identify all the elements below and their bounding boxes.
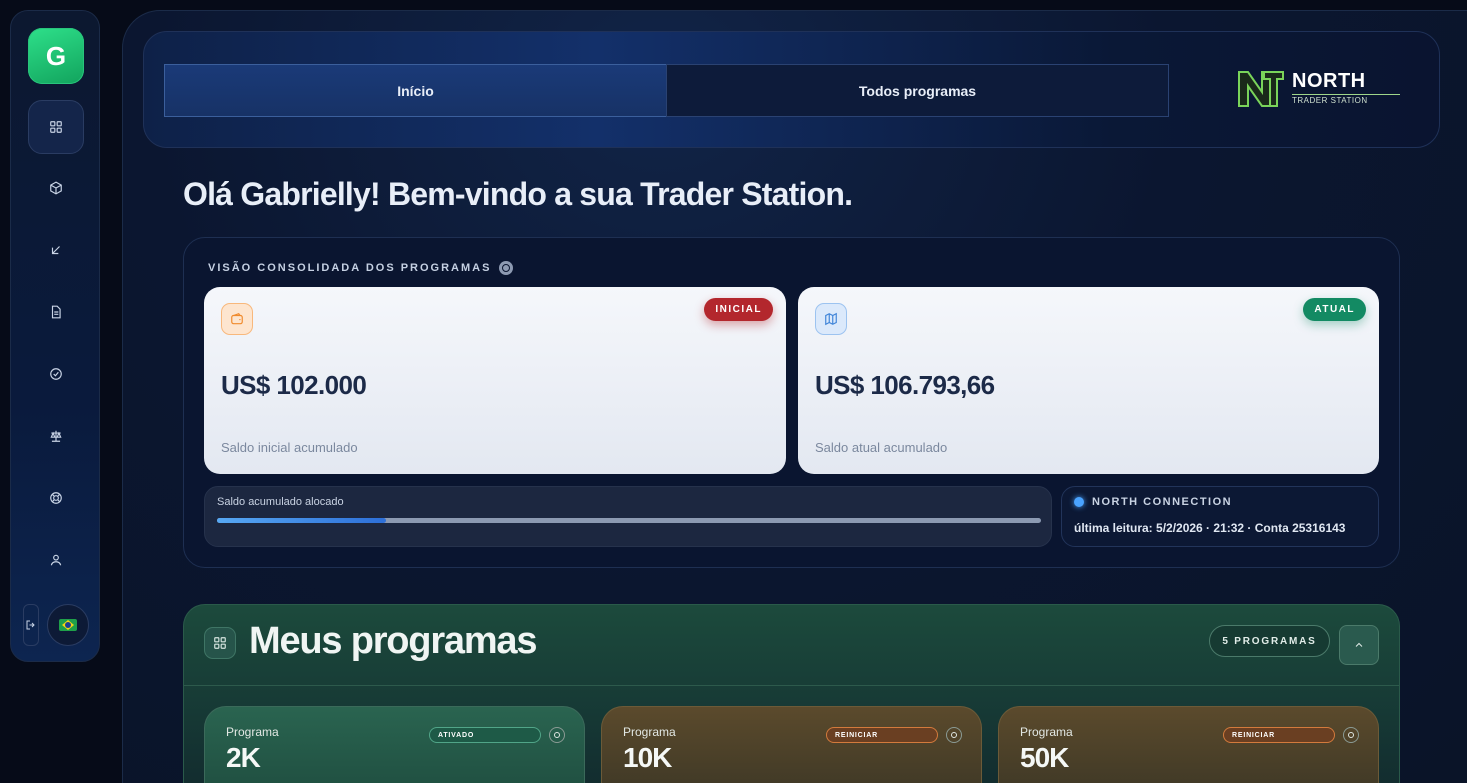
status-badge: ATIVADO bbox=[429, 727, 541, 743]
current-badge: ATUAL bbox=[1303, 298, 1366, 321]
lifebuoy-icon bbox=[50, 492, 62, 504]
tab-todos-programas[interactable]: Todos programas bbox=[666, 64, 1169, 117]
collapse-button[interactable] bbox=[1339, 625, 1379, 665]
current-balance-label: Saldo atual acumulado bbox=[815, 440, 948, 455]
sidebar: G bbox=[10, 10, 100, 662]
sidebar-item-verification[interactable] bbox=[28, 347, 84, 401]
language-button[interactable] bbox=[47, 604, 89, 646]
info-icon[interactable] bbox=[499, 261, 514, 275]
info-icon[interactable] bbox=[946, 727, 962, 743]
program-value: 10K bbox=[623, 742, 672, 773]
initial-balance-label: Saldo inicial acumulado bbox=[221, 440, 358, 455]
map-icon bbox=[815, 303, 847, 335]
brand-logo[interactable]: NORTH TRADER STATION bbox=[1236, 67, 1411, 109]
initial-badge: INICIAL bbox=[704, 298, 773, 321]
chevron-up-icon bbox=[1355, 642, 1363, 647]
tab-inicio[interactable]: Início bbox=[164, 64, 667, 117]
current-balance-card: ATUAL US$ 106.793,66 Saldo atual acumula… bbox=[798, 287, 1379, 474]
sidebar-item-dashboard[interactable] bbox=[28, 100, 84, 154]
connection-title-text: NORTH CONNECTION bbox=[1092, 496, 1233, 508]
program-value: 2K bbox=[226, 742, 261, 773]
connection-last-read: última leitura: 5/2/2026 · 21:32 · Conta… bbox=[1074, 521, 1346, 535]
north-logo-icon bbox=[1238, 71, 1284, 107]
program-label: Programa bbox=[226, 725, 279, 739]
restart-button[interactable]: REINICIAR bbox=[1223, 727, 1335, 743]
my-programs-section: Meus programas 5 PROGRAMAS Programa 2K A… bbox=[183, 604, 1400, 783]
sidebar-item-withdraw[interactable] bbox=[28, 223, 84, 277]
program-label: Programa bbox=[623, 725, 676, 739]
document-icon bbox=[51, 305, 61, 319]
program-card-2k[interactable]: Programa 2K ATIVADO bbox=[204, 706, 585, 783]
check-circle-icon bbox=[50, 368, 62, 380]
current-balance-value: US$ 106.793,66 bbox=[815, 370, 995, 400]
avatar[interactable]: G bbox=[28, 28, 84, 84]
wallet-icon bbox=[221, 303, 253, 335]
allocation-label: Saldo acumulado alocado bbox=[217, 496, 344, 508]
allocation-progress-track bbox=[217, 518, 1041, 523]
divider bbox=[184, 685, 1399, 686]
programs-count-badge: 5 PROGRAMAS bbox=[1209, 625, 1330, 657]
scale-icon bbox=[50, 430, 62, 442]
consolidated-title: VISÃO CONSOLIDADA DOS PROGRAMAS bbox=[208, 261, 514, 275]
sidebar-item-profile[interactable] bbox=[28, 533, 84, 587]
program-value: 50K bbox=[1020, 742, 1069, 773]
programs-title: Meus programas bbox=[249, 620, 537, 662]
brand-name: NORTH bbox=[1292, 70, 1366, 92]
sidebar-item-support[interactable] bbox=[28, 471, 84, 525]
sidebar-item-rules[interactable] bbox=[28, 409, 84, 463]
program-card-10k[interactable]: Programa 10K REINICIAR bbox=[601, 706, 982, 783]
restart-button[interactable]: REINICIAR bbox=[826, 727, 938, 743]
connection-title: NORTH CONNECTION bbox=[1074, 496, 1232, 508]
info-icon[interactable] bbox=[1343, 727, 1359, 743]
program-label: Programa bbox=[1020, 725, 1073, 739]
sidebar-item-programs[interactable] bbox=[28, 161, 84, 215]
brazil-flag-icon bbox=[59, 619, 77, 631]
grid-icon bbox=[204, 627, 236, 659]
sidebar-item-documents[interactable] bbox=[28, 285, 84, 339]
page-title: Olá Gabrielly! Bem-vindo a sua Trader St… bbox=[183, 176, 853, 212]
allocation-progress: Saldo acumulado alocado bbox=[204, 486, 1052, 547]
initial-balance-value: US$ 102.000 bbox=[221, 370, 367, 400]
logout-icon bbox=[26, 620, 35, 630]
brand-subtitle: TRADER STATION bbox=[1292, 94, 1400, 105]
grid-icon bbox=[50, 121, 62, 133]
info-icon[interactable] bbox=[549, 727, 565, 743]
initial-balance-card: INICIAL US$ 102.000 Saldo inicial acumul… bbox=[204, 287, 786, 474]
north-connection-status: NORTH CONNECTION última leitura: 5/2/202… bbox=[1061, 486, 1379, 547]
consolidated-overview: VISÃO CONSOLIDADA DOS PROGRAMAS INICIAL … bbox=[183, 237, 1400, 568]
user-icon bbox=[50, 554, 62, 566]
top-navigation: Início Todos programas NORTH TRADER STAT… bbox=[143, 31, 1440, 148]
arrow-down-left-icon bbox=[51, 246, 60, 255]
program-card-50k[interactable]: Programa 50K REINICIAR bbox=[998, 706, 1379, 783]
cube-icon bbox=[50, 181, 62, 195]
status-dot-icon bbox=[1074, 497, 1084, 507]
allocation-progress-fill bbox=[217, 518, 386, 523]
logout-button[interactable] bbox=[23, 604, 39, 646]
main-panel: Início Todos programas NORTH TRADER STAT… bbox=[122, 10, 1467, 783]
consolidated-title-text: VISÃO CONSOLIDADA DOS PROGRAMAS bbox=[208, 262, 492, 274]
